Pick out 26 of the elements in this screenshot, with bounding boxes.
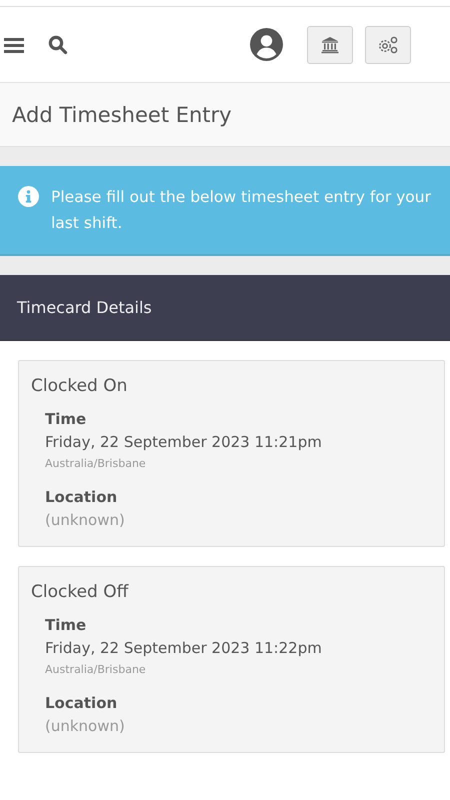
page-title: Add Timesheet Entry	[12, 102, 232, 126]
field-value: Friday, 22 September 2023 11:22pm	[45, 638, 323, 659]
card-title: Clocked Off	[31, 582, 130, 602]
info-icon	[18, 186, 39, 207]
field-value: (unknown)	[45, 716, 126, 737]
timezone-note: Australia/Brisbane	[45, 456, 147, 472]
bank-button[interactable]	[307, 26, 353, 64]
field-value: (unknown)	[45, 510, 126, 531]
account-button[interactable]	[250, 28, 283, 61]
alert-message: Please fill out the below timesheet entry for your last shift.	[51, 187, 432, 234]
card-title: Clocked On	[31, 376, 128, 396]
field-label: Time	[45, 615, 88, 636]
field-value: Friday, 22 September 2023 11:21pm	[45, 432, 323, 453]
search-icon	[48, 34, 68, 54]
field-label: Time	[45, 409, 88, 430]
timezone-note: Australia/Brisbane	[45, 662, 147, 678]
menu-button[interactable]	[4, 36, 24, 52]
search-button[interactable]	[48, 34, 68, 54]
gears-icon	[377, 36, 399, 54]
field-label: Location	[45, 693, 118, 714]
settings-button[interactable]	[365, 26, 411, 64]
field-label: Location	[45, 487, 118, 508]
bank-icon	[321, 36, 339, 54]
user-avatar-icon	[250, 28, 283, 61]
menu-icon	[4, 36, 24, 52]
panel-title: Timecard Details	[17, 298, 152, 317]
